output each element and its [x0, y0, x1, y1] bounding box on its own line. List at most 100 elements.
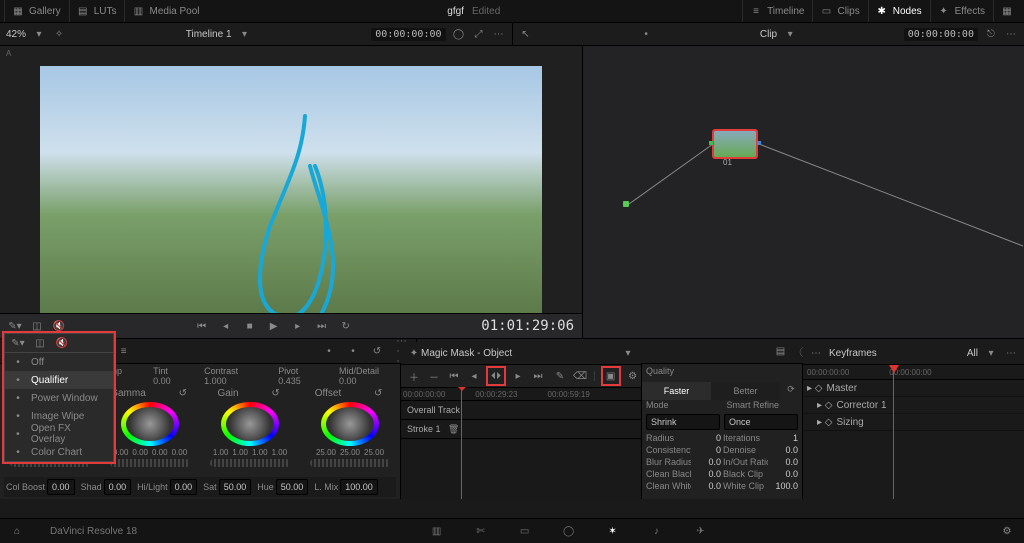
shad-field[interactable]: 0.00	[104, 479, 132, 495]
last-icon[interactable]: ⏭	[531, 369, 545, 383]
brush-icon[interactable]: ✎▾	[11, 336, 25, 350]
play-button[interactable]: ▶	[266, 318, 282, 334]
node-graph[interactable]: 01	[583, 46, 1024, 338]
brush-icon[interactable]: ✎	[553, 369, 567, 383]
page-edit[interactable]: ▭	[516, 522, 534, 540]
lmix-field[interactable]: 100.00	[340, 479, 378, 495]
tab-luts[interactable]: ▤LUTs	[69, 0, 123, 22]
chevron-down-icon[interactable]: ▾	[783, 27, 797, 41]
page-color[interactable]: ✶	[604, 522, 622, 540]
viewer-timecode[interactable]: 01:01:29:06	[481, 318, 574, 334]
keyframes-filter[interactable]: All	[967, 348, 978, 359]
tab-gallery[interactable]: ▦Gallery	[4, 0, 67, 22]
mode-select[interactable]: Shrink	[646, 414, 720, 430]
jog-wheel[interactable]	[210, 459, 290, 467]
prev-icon[interactable]: ◂	[467, 369, 481, 383]
dropdown-item-power-window[interactable]: •Power Window	[5, 389, 113, 407]
clip-timecode[interactable]: 00:00:00:00	[904, 28, 978, 41]
tab-better[interactable]: Better	[711, 382, 780, 400]
playhead[interactable]	[461, 388, 462, 499]
dot-icon[interactable]: •	[346, 344, 360, 358]
page-fairlight[interactable]: ♪	[648, 522, 666, 540]
dropdown-item-off[interactable]: •Off	[5, 353, 113, 371]
track-stroke1[interactable]: Stroke 1🗑	[401, 420, 641, 439]
reset-icon[interactable]: ↺	[371, 386, 385, 400]
page-fusion[interactable]: ◯	[560, 522, 578, 540]
color-wheel[interactable]	[221, 402, 279, 446]
loop-button[interactable]: ↻	[338, 318, 354, 334]
refresh-icon[interactable]: ⟳	[780, 382, 802, 396]
dropdown-item-qualifier[interactable]: •Qualifier	[5, 371, 113, 389]
first-frame-button[interactable]: ⏮	[194, 318, 210, 334]
tab-clips[interactable]: ▭Clips	[812, 0, 865, 22]
sliders-icon[interactable]: ≡	[117, 344, 131, 358]
chevron-down-icon[interactable]: ▾	[238, 27, 252, 41]
viewer-image[interactable]	[40, 66, 542, 313]
kf-row-corrector1[interactable]: ▸ ◇Corrector 1	[803, 397, 1024, 414]
dropdown-item-color-chart[interactable]: •Color Chart	[5, 443, 113, 461]
timeline-timecode[interactable]: 00:00:00:00	[371, 28, 445, 41]
reset-icon[interactable]: ↺	[370, 344, 384, 358]
project-settings-icon[interactable]: ⚙	[1000, 524, 1014, 538]
mute-icon[interactable]: 🔇	[52, 319, 66, 333]
dropdown-item-open-fx-overlay[interactable]: •Open FX Overlay	[5, 425, 113, 443]
eraser-icon[interactable]: ⌫	[573, 369, 587, 383]
hilight-field[interactable]: 0.00	[170, 479, 198, 495]
kf-row-sizing[interactable]: ▸ ◇Sizing	[803, 414, 1024, 431]
scopes-icon[interactable]: ▤	[774, 344, 788, 358]
cursor-icon[interactable]: ↖	[519, 27, 533, 41]
overlay-dropdown[interactable]: ✎▾ ◫ 🔇 •Off•Qualifier•Power Window•Image…	[4, 333, 114, 462]
reset-icon[interactable]: ↺	[269, 386, 283, 400]
tab-effects[interactable]: ✦Effects	[930, 0, 991, 22]
chevron-down-icon[interactable]: ▾	[621, 346, 635, 360]
overlay-menu-icon[interactable]: ✎▾	[8, 319, 22, 333]
split-icon[interactable]: ◫	[30, 319, 44, 333]
magicmask-timeline[interactable]: 00:00:00:0000:00:29:2300:00:59:19 Overal…	[401, 388, 641, 499]
reset-icon[interactable]: ↺	[176, 386, 190, 400]
remove-stroke-icon[interactable]: －	[427, 369, 441, 383]
color-wheel[interactable]	[321, 402, 379, 446]
jog-wheel[interactable]	[110, 459, 190, 467]
tab-timeline[interactable]: ≡Timeline	[742, 0, 810, 22]
link-icon[interactable]: ⎋	[984, 27, 998, 41]
hue-field[interactable]: 50.00	[276, 479, 309, 495]
page-media[interactable]: ▥	[428, 522, 446, 540]
chevron-down-icon[interactable]: ▾	[32, 27, 46, 41]
mute-icon[interactable]: 🔇	[55, 336, 69, 350]
last-frame-button[interactable]: ⏭	[314, 318, 330, 334]
track-reverse-button[interactable]: ⏴⏵	[487, 367, 505, 385]
next-frame-button[interactable]: ▸	[290, 318, 306, 334]
trash-icon[interactable]: 🗑	[447, 422, 461, 436]
page-cut[interactable]: ✄	[472, 522, 490, 540]
chevron-down-icon[interactable]: ▾	[984, 346, 998, 360]
overlay-toggle-button[interactable]: ▣	[602, 367, 620, 385]
clip-label[interactable]: Clip	[760, 29, 777, 40]
wipe-icon[interactable]: ✧	[52, 27, 66, 41]
dots-icon[interactable]: ⋯	[1004, 27, 1018, 41]
dots-icon[interactable]: ⋯	[1004, 346, 1018, 360]
tab-mediapool[interactable]: ▥Media Pool	[124, 0, 205, 22]
page-deliver[interactable]: ✈	[692, 522, 710, 540]
dots-icon[interactable]: ⋯	[809, 346, 823, 360]
first-icon[interactable]: ⏮	[447, 369, 461, 383]
kf-row-master[interactable]: ▸ ◇Master	[803, 380, 1024, 397]
kf-playhead[interactable]	[893, 365, 894, 499]
home-icon[interactable]: ⌂	[10, 524, 24, 538]
settings-icon[interactable]: ⚙	[626, 369, 640, 383]
stop-button[interactable]: ■	[242, 318, 258, 334]
dot-icon[interactable]: •	[322, 344, 336, 358]
next-icon[interactable]: ▸	[511, 369, 525, 383]
track-overall[interactable]: Overall Track	[401, 401, 641, 420]
node-01[interactable]	[713, 130, 757, 158]
tab-lightbox[interactable]: ▦	[993, 0, 1020, 22]
expand-icon[interactable]: ⤢	[472, 27, 486, 41]
sat-field[interactable]: 50.00	[219, 479, 252, 495]
prev-frame-button[interactable]: ◂	[218, 318, 234, 334]
jog-wheel[interactable]	[310, 459, 390, 467]
refine-select[interactable]: Once	[724, 414, 798, 430]
colboost-field[interactable]: 0.00	[47, 479, 75, 495]
tab-nodes[interactable]: ✱Nodes	[868, 0, 928, 22]
split-icon[interactable]: ◫	[33, 336, 47, 350]
tab-faster[interactable]: Faster	[642, 382, 711, 400]
color-wheel[interactable]	[121, 402, 179, 446]
